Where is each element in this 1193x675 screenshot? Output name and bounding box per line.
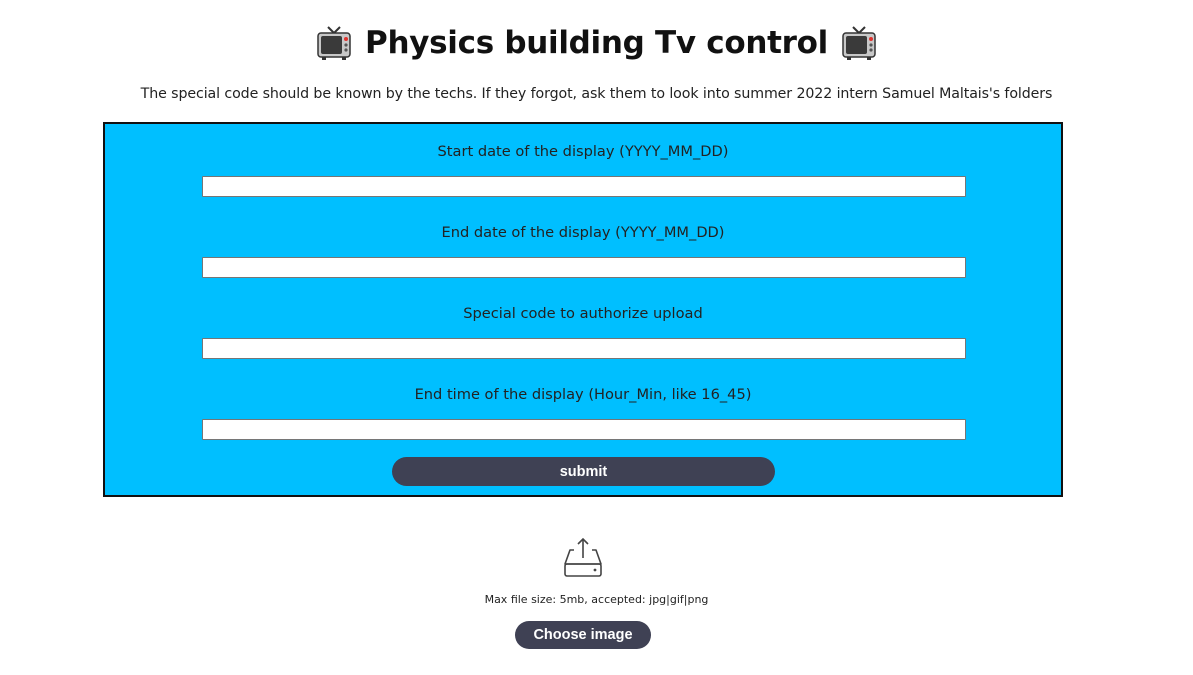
special-code-input[interactable] <box>202 338 966 359</box>
page-header: Physics building Tv control <box>0 22 1193 64</box>
inbox-upload-icon[interactable] <box>563 536 603 578</box>
start-date-input[interactable] <box>202 176 966 197</box>
end-time-input[interactable] <box>202 419 966 440</box>
page-subtitle: The special code should be known by the … <box>140 86 1053 102</box>
end-time-label: End time of the display (Hour_Min, like … <box>414 386 752 403</box>
display-upload-form: Start date of the display (YYYY_MM_DD) E… <box>103 122 1063 497</box>
choose-image-button[interactable]: Choose image <box>515 621 651 649</box>
page: Physics building Tv control The special … <box>0 0 1193 675</box>
end-date-label: End date of the display (YYYY_MM_DD) <box>441 224 725 241</box>
television-icon <box>317 26 351 60</box>
submit-button[interactable]: submit <box>392 457 775 486</box>
start-date-label: Start date of the display (YYYY_MM_DD) <box>437 143 729 160</box>
file-size-note: Max file size: 5mb, accepted: jpg|gif|pn… <box>484 593 709 606</box>
end-date-input[interactable] <box>202 257 966 278</box>
page-title: Physics building Tv control <box>365 25 828 61</box>
special-code-label: Special code to authorize upload <box>463 305 703 322</box>
television-icon <box>842 26 876 60</box>
